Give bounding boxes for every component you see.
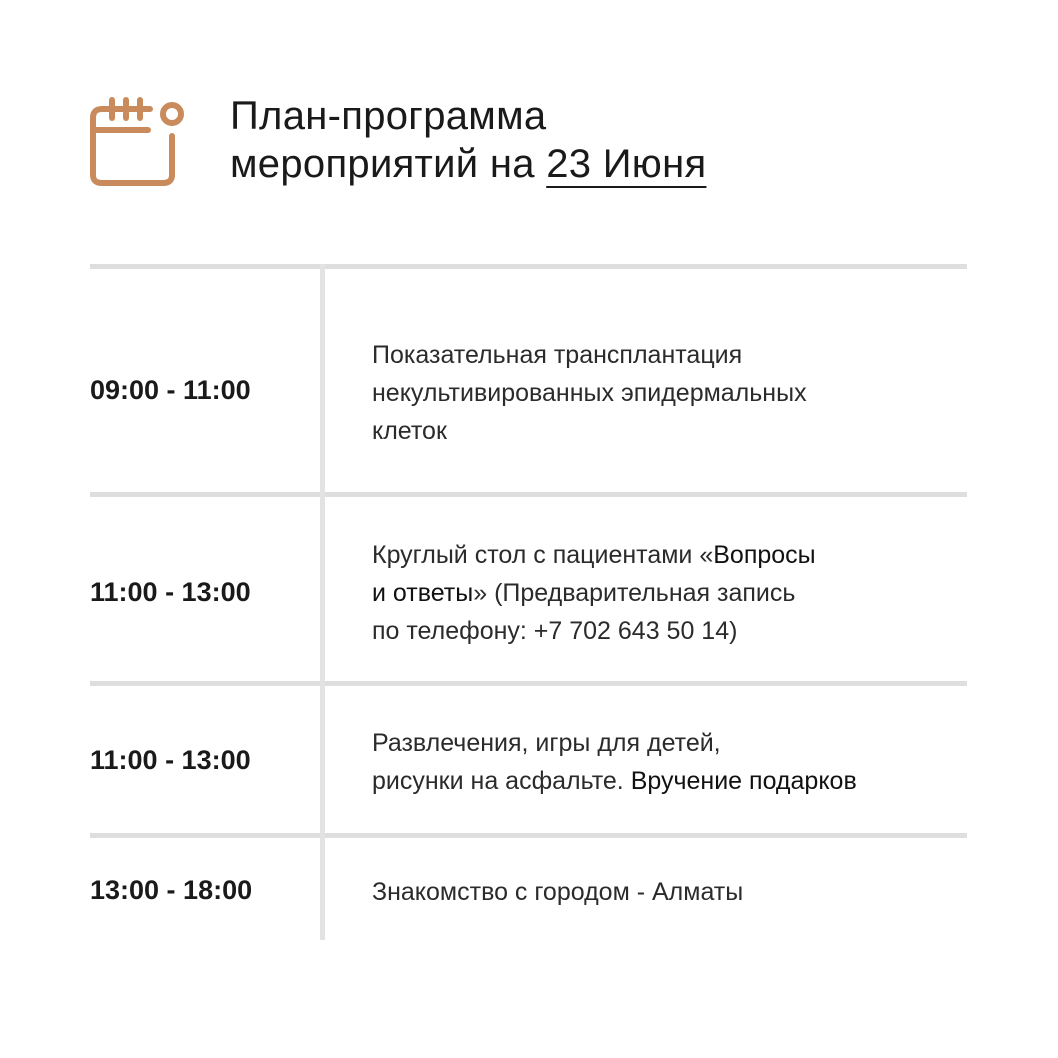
row-divider xyxy=(90,492,967,497)
phone-number-line: по телефону: +7 702 643 50 14) xyxy=(372,617,738,645)
desc-line: клеток xyxy=(372,417,447,445)
event-description: Знакомство с городом - Алматы xyxy=(372,873,972,911)
desc-text: рисунки на асфальте. xyxy=(372,767,631,795)
title-prefix: мероприятий на xyxy=(230,142,547,186)
desc-highlight: и ответы xyxy=(372,579,474,607)
event-time: 13:00 - 18:00 xyxy=(90,875,253,905)
desc-line: Показательная трансплантация xyxy=(372,341,743,369)
column-divider xyxy=(320,264,325,940)
desc-line: Развлечения, игры для детей, xyxy=(372,729,721,757)
desc-text: Круглый стол с пациентами « xyxy=(372,541,714,569)
event-description: Развлечения, игры для детей, рисунки на … xyxy=(372,724,972,800)
event-description: Показательная трансплантация некультивир… xyxy=(372,336,972,450)
event-time: 11:00 - 13:00 xyxy=(90,577,251,607)
desc-highlight: Вручение подарков xyxy=(630,767,857,795)
row-divider xyxy=(90,681,967,686)
event-time: 09:00 - 11:00 xyxy=(90,375,251,405)
calendar-icon xyxy=(90,97,184,186)
date-link[interactable]: 23 Июня xyxy=(546,142,706,186)
desc-text: » (Предварительная запись xyxy=(473,579,796,607)
schedule-table: 09:00 - 11:00 Показательная трансплантац… xyxy=(90,264,967,940)
page-title: План-программа мероприятий на 23 Июня xyxy=(230,92,706,188)
title-line-1: План-программа xyxy=(230,94,547,138)
event-time: 11:00 - 13:00 xyxy=(90,745,251,775)
title-line-2: мероприятий на 23 Июня xyxy=(230,140,706,188)
desc-line: Круглый стол с пациентами «Вопросы xyxy=(372,536,972,574)
desc-line: некультивированных эпидермальных xyxy=(372,379,807,407)
event-description: Круглый стол с пациентами «Вопросы и отв… xyxy=(372,536,972,650)
desc-line: рисунки на асфальте. Вручение подарков xyxy=(372,762,972,800)
desc-line: Знакомство с городом - Алматы xyxy=(372,878,744,906)
desc-highlight: Вопросы xyxy=(713,541,816,569)
desc-line: и ответы» (Предварительная запись xyxy=(372,574,972,612)
table-top-divider xyxy=(90,264,967,269)
row-divider xyxy=(90,833,967,838)
